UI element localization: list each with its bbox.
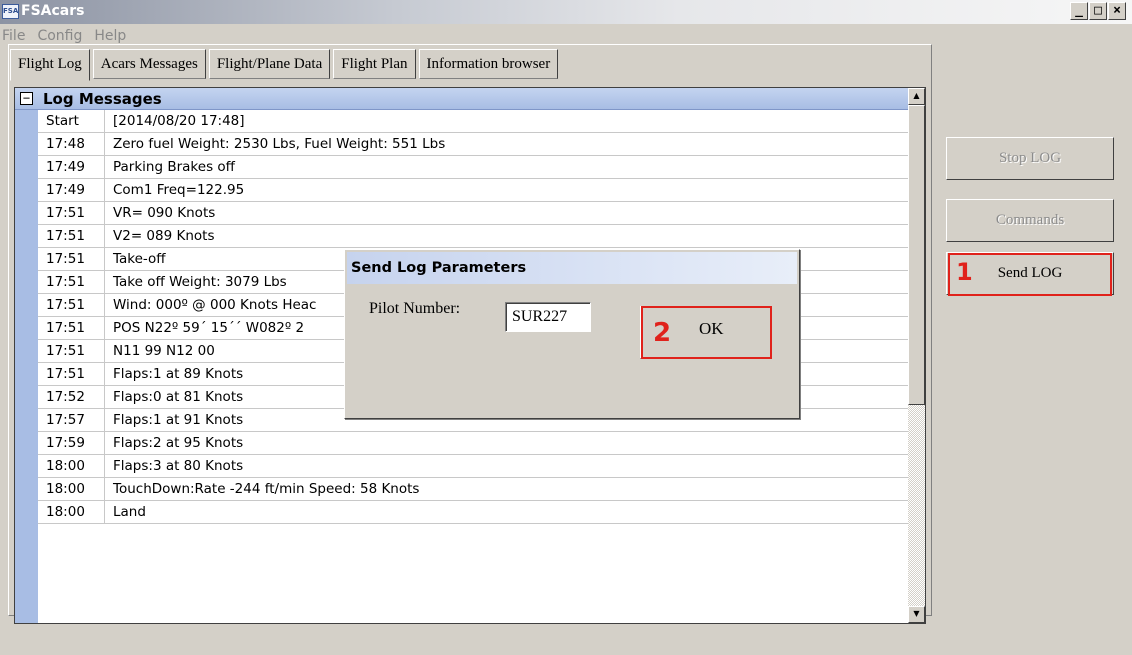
stop-log-button[interactable]: Stop LOG: [946, 137, 1114, 180]
log-time: 18:00: [38, 500, 105, 524]
app-icon: FSA: [2, 4, 19, 19]
log-time: 17:51: [38, 339, 105, 363]
log-time: 17:51: [38, 316, 105, 340]
log-time: 17:51: [38, 201, 105, 225]
log-message: Flaps:2 at 95 Knots: [113, 435, 244, 451]
pilot-number-label: Pilot Number:: [369, 300, 461, 317]
log-time: 18:00: [38, 454, 105, 478]
log-message: Com1 Freq=122.95: [113, 182, 245, 198]
log-time: 18:00: [38, 477, 105, 501]
log-time: 17:51: [38, 247, 105, 271]
tab-information-browser[interactable]: Information browser: [418, 49, 559, 79]
collapse-icon[interactable]: −: [20, 92, 33, 105]
log-time: 17:51: [38, 224, 105, 248]
table-row[interactable]: 17:51 V2= 089 Knots: [38, 224, 908, 248]
table-row[interactable]: 18:00 TouchDown:Rate -244 ft/min Speed: 5…: [38, 477, 908, 501]
log-message: TouchDown:Rate -244 ft/min Speed: 58 Kno…: [113, 481, 420, 497]
tab-flight-log[interactable]: Flight Log: [10, 49, 90, 81]
log-message: Parking Brakes off: [113, 159, 235, 175]
log-message: [2014/08/20 17:48]: [113, 113, 245, 129]
annotation-step-1: 1: [956, 258, 973, 286]
log-message: VR= 090 Knots: [113, 205, 216, 221]
commands-button[interactable]: Commands: [946, 199, 1114, 242]
tab-flight-plane-data[interactable]: Flight/Plane Data: [208, 49, 331, 79]
log-header-title: Log Messages: [43, 90, 162, 108]
log-time: 17:59: [38, 431, 105, 455]
log-message: Flaps:0 at 81 Knots: [113, 389, 244, 405]
table-row[interactable]: 17:59 Flaps:2 at 95 Knots: [38, 431, 908, 455]
title-bar: FSA FSAcars _ □ ×: [0, 0, 1132, 24]
table-row[interactable]: 17:48 Zero fuel Weight: 2530 Lbs, Fuel We…: [38, 132, 908, 156]
window-title: FSAcars: [21, 3, 85, 19]
log-message: N11 99 N12 00: [113, 343, 215, 359]
log-message: Flaps:3 at 80 Knots: [113, 458, 244, 474]
send-log-dialog: Send Log Parameters Pilot Number: SUR227…: [344, 249, 800, 419]
log-time: 17:51: [38, 293, 105, 317]
table-row[interactable]: 17:49 Com1 Freq=122.95: [38, 178, 908, 202]
close-button[interactable]: ×: [1108, 2, 1126, 20]
log-time: 17:48: [38, 132, 105, 156]
log-message: Take off Weight: 3079 Lbs: [113, 274, 287, 290]
row-gutter: [15, 110, 38, 623]
log-time: 17:52: [38, 385, 105, 409]
log-message: Land: [113, 504, 146, 520]
pilot-number-input[interactable]: SUR227: [505, 302, 591, 332]
scroll-thumb[interactable]: [908, 105, 925, 405]
minimize-button[interactable]: _: [1070, 2, 1088, 20]
dialog-title: Send Log Parameters: [351, 260, 527, 276]
log-time: 17:49: [38, 155, 105, 179]
log-message: POS N22º 59´ 15´´ W082º 2: [113, 320, 305, 336]
log-time: 17:51: [38, 270, 105, 294]
log-message: V2= 089 Knots: [113, 228, 215, 244]
dialog-title-bar: Send Log Parameters: [347, 252, 797, 284]
table-row[interactable]: 17:49 Parking Brakes off: [38, 155, 908, 179]
window-controls: _ □ ×: [1070, 2, 1126, 20]
tab-acars-messages[interactable]: Acars Messages: [92, 49, 206, 79]
table-row[interactable]: 17:51 VR= 090 Knots: [38, 201, 908, 225]
log-time: Start: [38, 109, 105, 133]
log-time: 17:49: [38, 178, 105, 202]
log-time: 17:57: [38, 408, 105, 432]
scroll-up-icon[interactable]: ▲: [908, 88, 925, 105]
table-row[interactable]: 18:00 Flaps:3 at 80 Knots: [38, 454, 908, 478]
maximize-button[interactable]: □: [1089, 2, 1107, 20]
log-message: Take-off: [113, 251, 166, 267]
table-row[interactable]: Start [2014/08/20 17:48]: [38, 109, 908, 133]
log-message: Zero fuel Weight: 2530 Lbs, Fuel Weight:…: [113, 136, 446, 152]
annotation-step-2: 2: [653, 318, 672, 348]
tab-strip: Flight Log Acars Messages Flight/Plane D…: [10, 49, 561, 81]
table-row[interactable]: 18:00 Land: [38, 500, 908, 524]
tab-flight-plan[interactable]: Flight Plan: [333, 49, 416, 79]
scroll-down-icon[interactable]: ▼: [908, 606, 925, 623]
vertical-scrollbar[interactable]: ▲ ▼: [908, 88, 925, 623]
log-message: Flaps:1 at 89 Knots: [113, 366, 244, 382]
log-header: − Log Messages: [15, 88, 908, 110]
log-message: Flaps:1 at 91 Knots: [113, 412, 244, 428]
log-time: 17:51: [38, 362, 105, 386]
log-message: Wind: 000º @ 000 Knots Heac: [113, 297, 317, 313]
